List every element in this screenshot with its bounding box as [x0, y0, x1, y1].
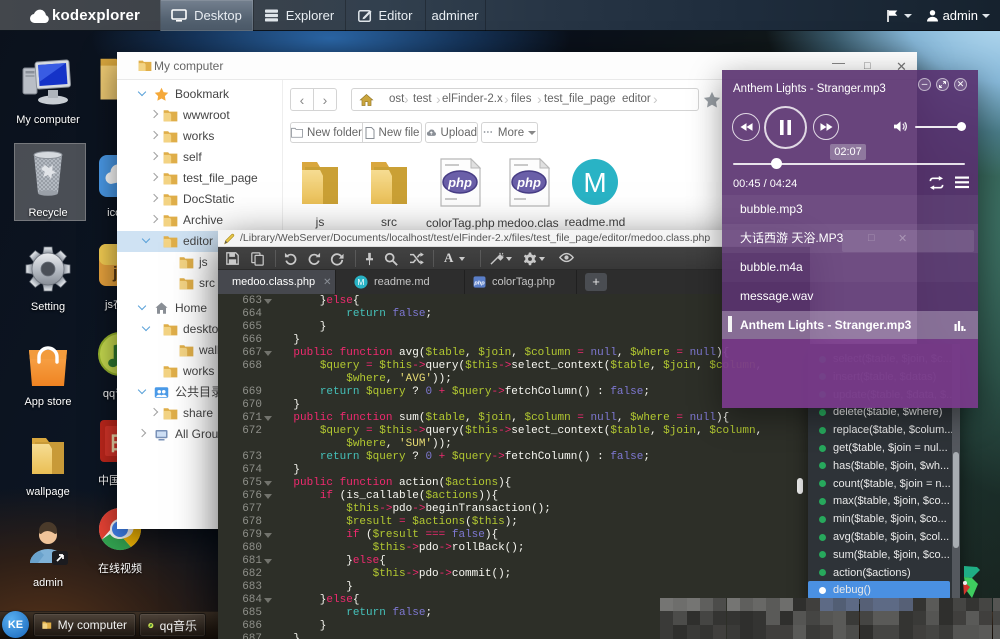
svg-text:php: php: [473, 280, 485, 286]
svg-text:M: M: [583, 167, 606, 198]
svg-text:M: M: [358, 277, 365, 287]
svg-text:php: php: [516, 175, 541, 190]
svg-text:php: php: [447, 175, 472, 190]
